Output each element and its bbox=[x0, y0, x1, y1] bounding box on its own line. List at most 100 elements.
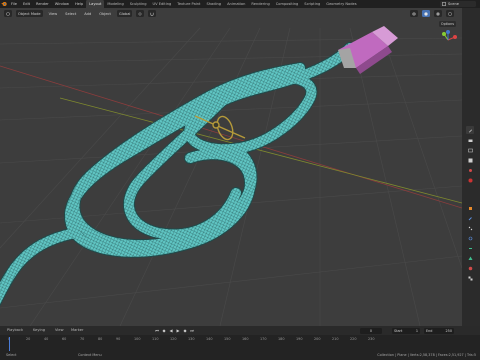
playhead[interactable] bbox=[9, 337, 10, 351]
tick-2: 40 bbox=[44, 337, 49, 341]
menu-window[interactable]: Window bbox=[52, 0, 72, 8]
marker-menu[interactable]: Marker bbox=[68, 326, 86, 335]
pivot-button[interactable] bbox=[136, 10, 145, 17]
snap-button[interactable] bbox=[148, 10, 157, 17]
menu-file[interactable]: File bbox=[8, 0, 20, 8]
viewport-header: Object Mode View Select Add Object Globa… bbox=[0, 8, 462, 19]
tick-5: 80 bbox=[98, 337, 103, 341]
jump-start-icon[interactable]: ⏮ bbox=[154, 328, 160, 334]
texture-icon[interactable] bbox=[466, 274, 474, 282]
data-icon[interactable] bbox=[466, 254, 474, 262]
scene-label: Scene bbox=[448, 2, 459, 6]
status-select: Select bbox=[6, 353, 17, 357]
tab-layout[interactable]: Layout bbox=[86, 0, 105, 8]
tick-20: 230 bbox=[368, 337, 375, 341]
playback-bar: Playback Keying View Marker ⏮ ◆ ◀ ▶ ◆ ⏭ … bbox=[0, 326, 480, 335]
tab-rendering[interactable]: Rendering bbox=[248, 0, 272, 8]
start-frame-field[interactable]: Start 1 bbox=[392, 327, 420, 334]
next-keyframe-icon[interactable]: ◆ bbox=[182, 328, 188, 334]
viewport-scene bbox=[0, 26, 462, 326]
properties-tab-strip bbox=[462, 8, 480, 326]
world-icon[interactable] bbox=[466, 176, 474, 184]
constraints-icon[interactable] bbox=[466, 244, 474, 252]
cube-icon bbox=[6, 11, 10, 16]
tab-texture-paint[interactable]: Texture Paint bbox=[174, 0, 203, 8]
tick-9: 120 bbox=[170, 337, 177, 341]
tab-animation[interactable]: Animation bbox=[224, 0, 248, 8]
magnet-icon bbox=[150, 12, 154, 16]
navigation-gizmo[interactable] bbox=[438, 30, 458, 50]
solid-sphere-icon bbox=[424, 11, 428, 16]
solid-shading-button[interactable] bbox=[422, 10, 430, 17]
scene-icon bbox=[442, 2, 446, 6]
output-icon[interactable] bbox=[466, 146, 474, 154]
overlay-button[interactable] bbox=[410, 10, 418, 17]
modifier-icon[interactable] bbox=[466, 214, 474, 222]
tick-19: 220 bbox=[350, 337, 357, 341]
tick-18: 210 bbox=[332, 337, 339, 341]
menu-select[interactable]: Select bbox=[63, 10, 78, 17]
menu-view[interactable]: View bbox=[47, 10, 60, 17]
current-frame-field[interactable]: 0 bbox=[360, 327, 382, 334]
view-layer-icon[interactable] bbox=[466, 156, 474, 164]
menu-add[interactable]: Add bbox=[82, 10, 93, 17]
keying-menu[interactable]: Keying bbox=[30, 326, 48, 335]
render-icon[interactable] bbox=[466, 136, 474, 144]
pivot-icon bbox=[139, 12, 142, 15]
mode-dropdown[interactable]: Object Mode bbox=[16, 10, 43, 17]
tab-shading[interactable]: Shading bbox=[203, 0, 224, 8]
scene-tab-icon[interactable] bbox=[466, 166, 474, 174]
options-dropdown[interactable]: Options bbox=[438, 21, 456, 27]
tick-14: 170 bbox=[260, 337, 267, 341]
scene-selector[interactable]: Scene bbox=[440, 1, 476, 7]
start-value: 1 bbox=[415, 328, 418, 333]
start-label: Start bbox=[394, 328, 403, 333]
tick-16: 190 bbox=[296, 337, 303, 341]
tab-sculpting[interactable]: Sculpting bbox=[127, 0, 150, 8]
tick-11: 140 bbox=[206, 337, 213, 341]
grid-floor bbox=[0, 27, 462, 326]
status-bar: Select Context Menu Collection | Plane |… bbox=[0, 351, 480, 360]
prev-keyframe-icon[interactable]: ◆ bbox=[161, 328, 167, 334]
material-icon[interactable] bbox=[466, 264, 474, 272]
tab-geometry-nodes[interactable]: Geometry Nodes bbox=[323, 0, 359, 8]
tick-15: 180 bbox=[278, 337, 285, 341]
material-shading-button[interactable] bbox=[434, 10, 442, 17]
menu-object[interactable]: Object bbox=[97, 10, 113, 17]
menu-render[interactable]: Render bbox=[33, 0, 52, 8]
end-value: 250 bbox=[445, 328, 452, 333]
playback-menu[interactable]: Playback bbox=[4, 326, 26, 335]
menu-help[interactable]: Help bbox=[72, 0, 86, 8]
3d-viewport[interactable]: Object Mode View Select Add Object Globa… bbox=[0, 8, 462, 326]
end-frame-field[interactable]: End 250 bbox=[424, 327, 454, 334]
play-reverse-icon[interactable]: ◀ bbox=[168, 328, 174, 334]
usb-connector bbox=[338, 26, 398, 74]
blender-logo-icon[interactable] bbox=[0, 0, 8, 8]
tool-icon[interactable] bbox=[466, 126, 474, 134]
particles-icon[interactable] bbox=[466, 224, 474, 232]
menu-edit[interactable]: Edit bbox=[20, 0, 33, 8]
view-menu[interactable]: View bbox=[52, 326, 67, 335]
tick-4: 70 bbox=[80, 337, 85, 341]
transform-orientation-dropdown[interactable]: Global bbox=[116, 10, 133, 17]
physics-icon[interactable] bbox=[466, 234, 474, 242]
top-bar: File Edit Render Window Help Layout Mode… bbox=[0, 0, 480, 8]
material-sphere-icon bbox=[436, 11, 440, 16]
play-icon[interactable]: ▶ bbox=[175, 328, 181, 334]
tick-1: 20 bbox=[26, 337, 31, 341]
jump-end-icon[interactable]: ⏭ bbox=[189, 328, 195, 334]
tick-17: 200 bbox=[314, 337, 321, 341]
end-label: End bbox=[426, 328, 433, 333]
tab-modeling[interactable]: Modeling bbox=[104, 0, 126, 8]
tab-uv-editing[interactable]: UV Editing bbox=[150, 0, 175, 8]
rendered-sphere-icon bbox=[448, 11, 452, 16]
timeline-area[interactable]: 0 20 40 60 70 80 90 100 110 120 130 140 … bbox=[0, 335, 480, 351]
editor-type-button[interactable] bbox=[4, 10, 12, 17]
status-context-menu: Context Menu bbox=[78, 353, 102, 357]
tab-compositing[interactable]: Compositing bbox=[273, 0, 302, 8]
status-scene-stats: Collection | Plane | Verts:2,58,378 | Fa… bbox=[377, 353, 476, 357]
rendered-shading-button[interactable] bbox=[446, 10, 454, 17]
object-icon[interactable] bbox=[466, 204, 474, 212]
tab-scripting[interactable]: Scripting bbox=[301, 0, 323, 8]
tick-3: 60 bbox=[62, 337, 67, 341]
